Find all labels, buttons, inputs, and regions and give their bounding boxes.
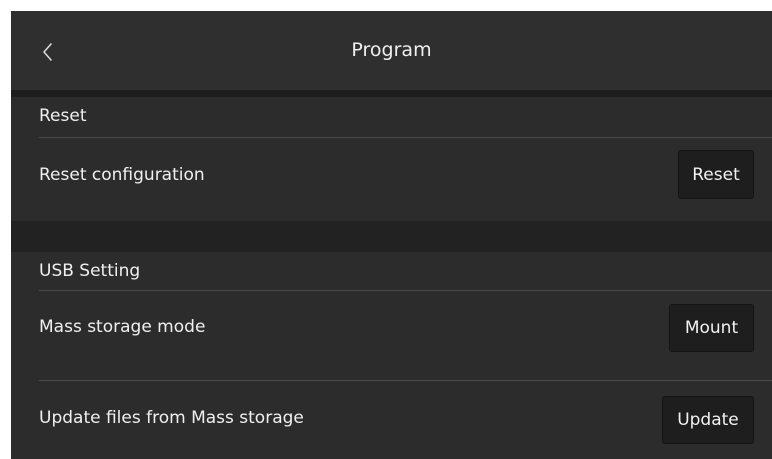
section-gap <box>11 221 772 252</box>
reset-configuration-label: Reset configuration <box>39 165 205 185</box>
divider <box>39 380 772 381</box>
header-divider <box>11 90 772 97</box>
settings-screen: Program Reset Reset configuration Reset … <box>11 11 772 459</box>
section-title-usb-setting: USB Setting <box>39 261 141 281</box>
divider <box>39 290 772 291</box>
update-files-label: Update files from Mass storage <box>39 408 304 428</box>
page-title: Program <box>351 39 432 61</box>
header-bar: Program <box>11 11 772 90</box>
section-title-reset: Reset <box>39 106 87 126</box>
update-button[interactable]: Update <box>662 396 754 444</box>
divider <box>39 137 772 138</box>
back-button[interactable] <box>31 35 65 69</box>
mass-storage-mode-label: Mass storage mode <box>39 317 206 337</box>
chevron-left-icon <box>43 43 53 61</box>
mount-button[interactable]: Mount <box>669 304 754 352</box>
reset-button[interactable]: Reset <box>678 150 754 199</box>
